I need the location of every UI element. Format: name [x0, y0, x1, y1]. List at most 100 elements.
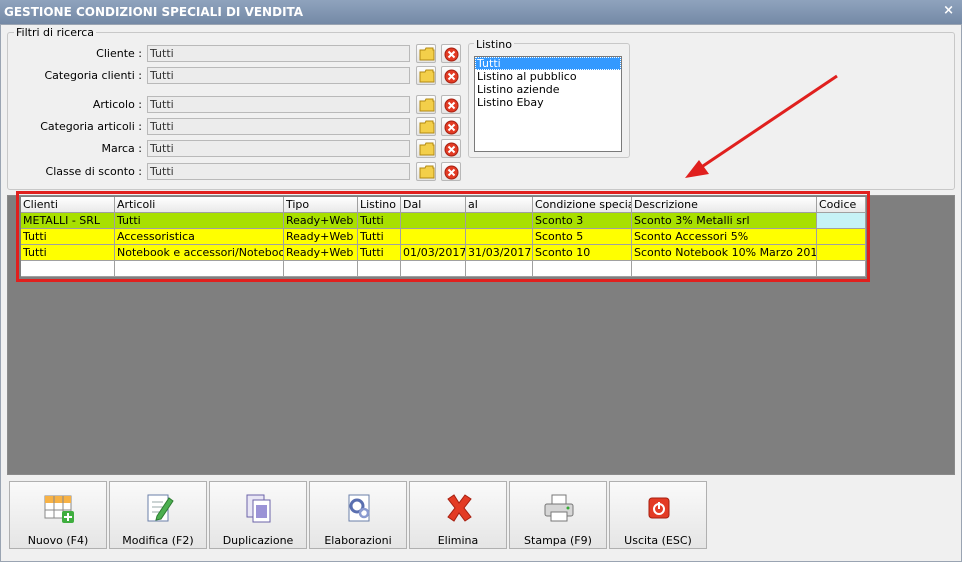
conditions-grid[interactable]: Clienti Articoli Tipo Listino Dal al Condizion…: [21, 197, 866, 277]
classe-sconto-label: Classe di sconto :: [45, 165, 142, 178]
grid-cell: [466, 261, 533, 277]
grid-cell: [284, 261, 358, 277]
grid-cell: Sconto 3: [533, 213, 632, 229]
grid-cell: Ready+Web: [284, 213, 358, 229]
cliente-browse-button[interactable]: [416, 44, 436, 63]
listino-item-tutti[interactable]: Tutti: [475, 57, 621, 70]
column-header[interactable]: Descrizione: [632, 197, 817, 213]
grid-cell: Sconto 5: [533, 229, 632, 245]
folder-icon: [419, 165, 435, 179]
categoria-articoli-clear-button[interactable]: [441, 117, 461, 136]
categoria-clienti-field[interactable]: Tutti: [147, 67, 410, 84]
categoria-clienti-browse-button[interactable]: [416, 66, 436, 85]
elimina-button[interactable]: Elimina: [409, 481, 507, 549]
duplicazione-button[interactable]: Duplicazione: [209, 481, 307, 549]
classe-sconto-browse-button[interactable]: [416, 162, 436, 181]
column-header[interactable]: Codice: [817, 197, 866, 213]
cliente-field[interactable]: Tutti: [147, 45, 410, 62]
marca-clear-button[interactable]: [441, 139, 461, 158]
classe-sconto-field[interactable]: Tutti: [147, 163, 410, 180]
table-row[interactable]: Tutti Accessoristica Ready+Web Tutti Sconto …: [21, 229, 866, 245]
grid-cell: Sconto 10: [533, 245, 632, 261]
printer-icon: [544, 494, 574, 522]
grid-cell: Ready+Web: [284, 245, 358, 261]
grid-cell: [466, 213, 533, 229]
exit-power-icon: [648, 497, 670, 519]
modifica-label: Modifica (F2): [122, 534, 194, 547]
cliente-clear-button[interactable]: [441, 44, 461, 63]
articolo-label: Articolo :: [92, 98, 142, 111]
delete-x-icon: [447, 494, 472, 522]
grid-cell: Tutti: [358, 213, 401, 229]
grid-cell: [401, 261, 466, 277]
folder-icon: [419, 69, 435, 83]
column-header[interactable]: Condizione speciale: [533, 197, 632, 213]
grid-cell: Tutti: [358, 229, 401, 245]
grid-cell: Tutti: [115, 213, 284, 229]
clear-x-icon: [444, 165, 459, 180]
clear-x-icon: [444, 69, 459, 84]
uscita-button[interactable]: Uscita (ESC): [609, 481, 707, 549]
annotation-arrow: [685, 74, 838, 178]
grid-cell: [632, 261, 817, 277]
folder-icon: [419, 47, 435, 61]
close-icon[interactable]: ×: [943, 3, 954, 18]
column-header[interactable]: Dal: [401, 197, 466, 213]
edit-document-icon: [147, 494, 174, 522]
window-title: GESTIONE CONDIZIONI SPECIALI DI VENDITA: [4, 5, 304, 19]
listino-item-pubblico[interactable]: Listino al pubblico: [475, 70, 621, 83]
grid-cell: Tutti: [21, 229, 115, 245]
table-row[interactable]: METALLI - SRL Tutti Ready+Web Tutti Sconto 3…: [21, 213, 866, 229]
uscita-label: Uscita (ESC): [624, 534, 692, 547]
clear-x-icon: [444, 120, 459, 135]
table-row[interactable]: [21, 261, 866, 277]
folder-icon: [419, 98, 435, 112]
grid-cell: [817, 229, 866, 245]
table-row[interactable]: Tutti Notebook e accessori/Notebook Ready+…: [21, 245, 866, 261]
articolo-clear-button[interactable]: [441, 95, 461, 114]
articolo-browse-button[interactable]: [416, 95, 436, 114]
grid-cell: [466, 229, 533, 245]
column-header[interactable]: Listino: [358, 197, 401, 213]
listino-item-aziende[interactable]: Listino aziende: [475, 83, 621, 96]
new-grid-icon: [44, 495, 74, 523]
categoria-clienti-clear-button[interactable]: [441, 66, 461, 85]
categoria-articoli-browse-button[interactable]: [416, 117, 436, 136]
grid-cell: [533, 261, 632, 277]
articolo-field[interactable]: Tutti: [147, 96, 410, 113]
column-header[interactable]: Tipo: [284, 197, 358, 213]
grid-cell: [401, 213, 466, 229]
grid-cell: [817, 245, 866, 261]
column-header[interactable]: Clienti: [21, 197, 115, 213]
elaborazioni-label: Elaborazioni: [324, 534, 392, 547]
categoria-articoli-field[interactable]: Tutti: [147, 118, 410, 135]
modifica-button[interactable]: Modifica (F2): [109, 481, 207, 549]
listino-listbox[interactable]: Tutti Listino al pubblico Listino aziend…: [474, 56, 622, 152]
column-header[interactable]: Articoli: [115, 197, 284, 213]
grid-cell: 31/03/2017: [466, 245, 533, 261]
marca-browse-button[interactable]: [416, 139, 436, 158]
grid-cell: [21, 261, 115, 277]
listino-item-ebay[interactable]: Listino Ebay: [475, 96, 621, 109]
grid-cell: Sconto Notebook 10% Marzo 2017: [632, 245, 817, 261]
grid-cell: [115, 261, 284, 277]
window-title-bar: GESTIONE CONDIZIONI SPECIALI DI VENDITA …: [0, 0, 962, 24]
elaborazioni-button[interactable]: Elaborazioni: [309, 481, 407, 549]
grid-cell: Accessoristica: [115, 229, 284, 245]
grid-cell: 01/03/2017: [401, 245, 466, 261]
stampa-label: Stampa (F9): [524, 534, 592, 547]
grid-cell: Ready+Web: [284, 229, 358, 245]
clear-x-icon: [444, 47, 459, 62]
clear-x-icon: [444, 98, 459, 113]
grid-cell: [817, 261, 866, 277]
duplicate-icon: [246, 494, 271, 523]
marca-label: Marca :: [101, 142, 142, 155]
stampa-button[interactable]: Stampa (F9): [509, 481, 607, 549]
column-header[interactable]: al: [466, 197, 533, 213]
nuovo-button[interactable]: Nuovo (F4): [9, 481, 107, 549]
marca-field[interactable]: Tutti: [147, 140, 410, 157]
cliente-label: Cliente :: [96, 47, 142, 60]
classe-sconto-clear-button[interactable]: [441, 162, 461, 181]
duplicazione-label: Duplicazione: [222, 534, 294, 547]
clear-x-icon: [444, 142, 459, 157]
